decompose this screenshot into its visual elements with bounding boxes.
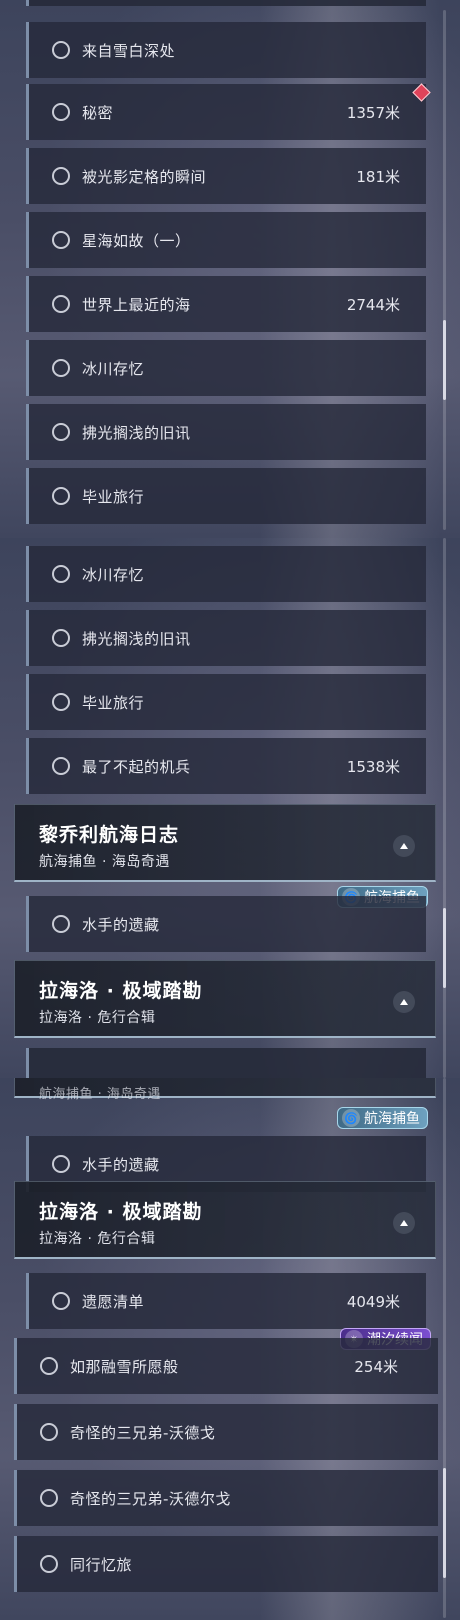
- empty-circle-icon: [52, 103, 70, 121]
- empty-circle-icon: [52, 41, 70, 59]
- spiral-icon: 🌀: [342, 1109, 360, 1127]
- scrollbar-thumb[interactable]: [443, 908, 446, 988]
- quest-list-panel-1: 来自雪白深处 秘密 1357米 被光影定格的瞬间 181米 星海如故（一） 世界…: [0, 0, 460, 538]
- group-title: 拉海洛 · 极域踏勘: [39, 980, 203, 1002]
- partial-row-top: [26, 0, 426, 6]
- chevron-up-icon[interactable]: [393, 835, 415, 857]
- quest-group-header[interactable]: 拉海洛 · 极域踏勘 拉海洛 · 危行合辑: [14, 960, 436, 1038]
- quest-title: 毕业旅行: [82, 487, 145, 506]
- quest-title: 遗愿清单: [82, 1292, 145, 1311]
- quest-title: 奇怪的三兄弟-沃德尔戈: [70, 1489, 231, 1508]
- quest-list-panel-3: 航海捕鱼 · 海岛奇遇 🌀 航海捕鱼 水手的遗藏 拉海洛 · 极域踏勘 拉海洛 …: [0, 1078, 460, 1620]
- quest-row[interactable]: 星海如故（一）: [26, 212, 426, 268]
- quest-distance: 1538米: [346, 757, 400, 776]
- fishing-badge: 🌀 航海捕鱼: [337, 1107, 428, 1129]
- scrollbar-thumb[interactable]: [443, 320, 446, 400]
- quest-row[interactable]: 水手的遗藏: [26, 896, 426, 952]
- quest-title: 同行忆旅: [70, 1555, 133, 1574]
- quest-title: 世界上最近的海: [82, 295, 191, 314]
- empty-circle-icon: [40, 1555, 58, 1573]
- empty-circle-icon: [52, 167, 70, 185]
- quest-row[interactable]: 如那融雪所愿般 254米: [14, 1338, 438, 1394]
- quest-title: 水手的遗藏: [82, 1155, 160, 1174]
- empty-circle-icon: [40, 1357, 58, 1375]
- empty-circle-icon: [52, 359, 70, 377]
- badge-label: 航海捕鱼: [364, 1111, 420, 1127]
- empty-circle-icon: [52, 693, 70, 711]
- group-subtitle: 航海捕鱼 · 海岛奇遇: [39, 1087, 161, 1102]
- quest-group-header-partial[interactable]: 航海捕鱼 · 海岛奇遇: [14, 1078, 436, 1102]
- empty-circle-icon: [52, 423, 70, 441]
- empty-circle-icon: [40, 1489, 58, 1507]
- quest-list-panel-2: 冰川存忆 拂光搁浅的旧讯 毕业旅行 最了不起的机兵 1538米 黎乔利航海日志 …: [0, 538, 460, 1078]
- empty-circle-icon: [52, 629, 70, 647]
- group-title: 黎乔利航海日志: [39, 824, 180, 846]
- quest-group-header[interactable]: 拉海洛 · 极域踏勘 拉海洛 · 危行合辑: [14, 1181, 436, 1259]
- quest-title: 奇怪的三兄弟-沃德戈: [70, 1423, 216, 1442]
- scrollbar[interactable]: [443, 1078, 446, 1618]
- quest-row[interactable]: 奇怪的三兄弟-沃德戈: [14, 1404, 438, 1460]
- quest-row[interactable]: 最了不起的机兵 1538米: [26, 738, 426, 794]
- quest-distance: 2744米: [346, 295, 400, 314]
- empty-circle-icon: [52, 295, 70, 313]
- quest-title: 最了不起的机兵: [82, 757, 191, 776]
- empty-circle-icon: [52, 231, 70, 249]
- quest-title: 秘密: [82, 103, 114, 122]
- quest-row[interactable]: 拂光搁浅的旧讯: [26, 404, 426, 460]
- quest-row[interactable]: 来自雪白深处: [26, 22, 426, 78]
- scrollbar[interactable]: [443, 10, 446, 530]
- quest-row[interactable]: 被光影定格的瞬间 181米: [26, 148, 426, 204]
- empty-circle-icon: [52, 565, 70, 583]
- quest-row[interactable]: 秘密 1357米: [26, 84, 426, 140]
- quest-title: 拂光搁浅的旧讯: [82, 629, 191, 648]
- quest-distance: 181米: [356, 167, 400, 186]
- quest-row[interactable]: 奇怪的三兄弟-沃德尔戈: [14, 1470, 438, 1526]
- quest-row[interactable]: 遗愿清单 4049米: [26, 1273, 426, 1329]
- quest-row[interactable]: 世界上最近的海 2744米: [26, 276, 426, 332]
- group-subtitle: 航海捕鱼 · 海岛奇遇: [39, 854, 170, 870]
- chevron-up-icon[interactable]: [393, 991, 415, 1013]
- empty-circle-icon: [52, 915, 70, 933]
- quest-row[interactable]: 冰川存忆: [26, 340, 426, 396]
- quest-title: 被光影定格的瞬间: [82, 167, 207, 186]
- quest-distance: 4049米: [346, 1292, 400, 1311]
- empty-circle-icon: [52, 1292, 70, 1310]
- empty-circle-icon: [52, 1155, 70, 1173]
- quest-title: 冰川存忆: [82, 359, 145, 378]
- quest-title: 毕业旅行: [82, 693, 145, 712]
- empty-circle-icon: [40, 1423, 58, 1441]
- group-title: 拉海洛 · 极域踏勘: [39, 1201, 203, 1223]
- quest-row[interactable]: 冰川存忆: [26, 546, 426, 602]
- scrollbar-thumb[interactable]: [443, 1468, 446, 1578]
- quest-distance: 1357米: [346, 103, 400, 122]
- group-subtitle: 拉海洛 · 危行合辑: [39, 1010, 156, 1026]
- quest-row[interactable]: 毕业旅行: [26, 468, 426, 524]
- quest-title: 如那融雪所愿般: [70, 1357, 179, 1376]
- quest-title: 水手的遗藏: [82, 915, 160, 934]
- empty-circle-icon: [52, 487, 70, 505]
- scrollbar[interactable]: [443, 538, 446, 1078]
- quest-title: 冰川存忆: [82, 565, 145, 584]
- quest-group-header[interactable]: 黎乔利航海日志 航海捕鱼 · 海岛奇遇: [14, 804, 436, 882]
- partial-row-bottom: [26, 1048, 426, 1078]
- quest-title: 拂光搁浅的旧讯: [82, 423, 191, 442]
- chevron-up-icon[interactable]: [393, 1212, 415, 1234]
- quest-title: 星海如故（一）: [82, 231, 191, 250]
- quest-row[interactable]: 毕业旅行: [26, 674, 426, 730]
- quest-title: 来自雪白深处: [82, 41, 176, 60]
- quest-distance: 254米: [354, 1357, 398, 1376]
- quest-row[interactable]: 同行忆旅: [14, 1536, 438, 1592]
- quest-row[interactable]: 拂光搁浅的旧讯: [26, 610, 426, 666]
- group-subtitle: 拉海洛 · 危行合辑: [39, 1231, 156, 1247]
- empty-circle-icon: [52, 757, 70, 775]
